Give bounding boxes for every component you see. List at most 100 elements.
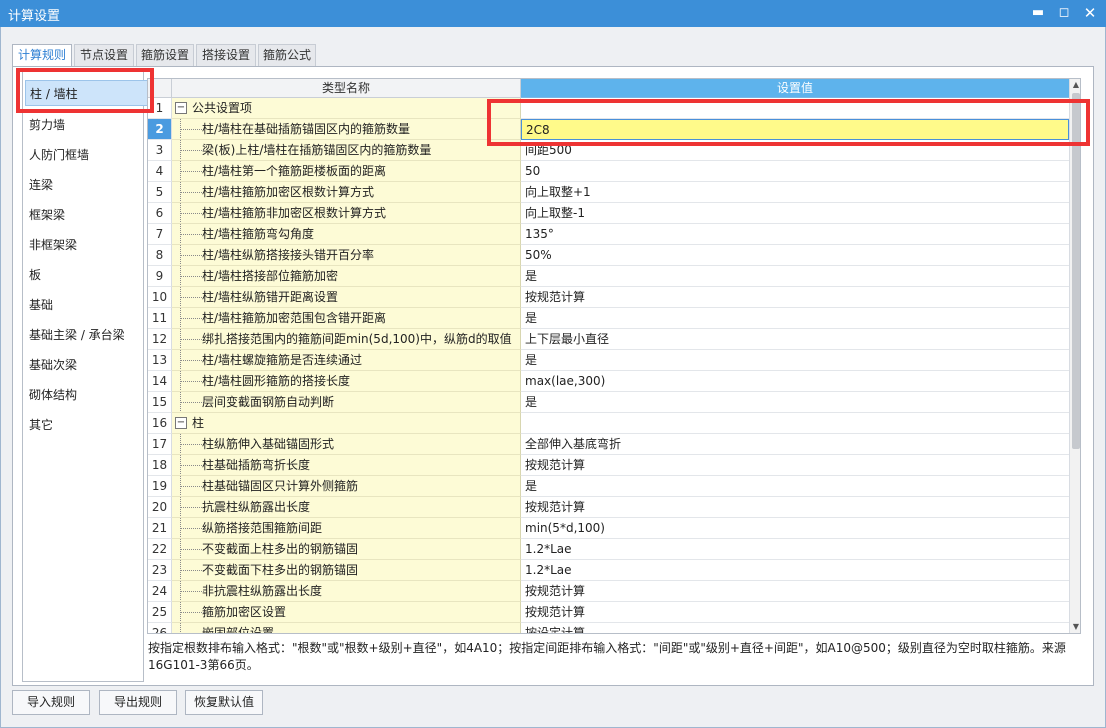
setting-value-cell[interactable]: 是 <box>521 476 1069 497</box>
row-number[interactable]: 14 <box>148 371 172 392</box>
setting-value-cell[interactable] <box>521 413 1069 434</box>
row-number[interactable]: 13 <box>148 350 172 371</box>
export-rules-button[interactable]: 导出规则 <box>99 690 177 715</box>
sidebar-item-foundation-secondary-beam[interactable]: 基础次梁 <box>25 352 149 378</box>
setting-value-cell[interactable]: 50% <box>521 245 1069 266</box>
row-number[interactable]: 8 <box>148 245 172 266</box>
sidebar-item-foundation-main-beam[interactable]: 基础主梁 / 承台梁 <box>25 322 149 348</box>
setting-value-cell[interactable]: 是 <box>521 392 1069 413</box>
table-row[interactable]: 18 柱基础插筋弯折长度 按规范计算 <box>148 455 1069 476</box>
collapse-icon[interactable]: − <box>175 102 187 114</box>
type-name-cell[interactable]: − 公共设置项 <box>172 98 521 119</box>
type-name-cell[interactable]: 箍筋加密区设置 <box>172 602 521 623</box>
setting-value-cell[interactable]: 向上取整-1 <box>521 203 1069 224</box>
table-row[interactable]: 24 非抗震柱纵筋露出长度 按规范计算 <box>148 581 1069 602</box>
setting-value-cell[interactable]: 1.2*Lae <box>521 560 1069 581</box>
import-rules-button[interactable]: 导入规则 <box>12 690 90 715</box>
table-row[interactable]: 6 柱/墙柱箍筋非加密区根数计算方式 向上取整-1 <box>148 203 1069 224</box>
row-number[interactable]: 12 <box>148 329 172 350</box>
type-name-cell[interactable]: 嵌固部位设置 <box>172 623 521 633</box>
column-header-type-name[interactable]: 类型名称 <box>172 79 521 98</box>
tab-lap-settings[interactable]: 搭接设置 <box>196 44 256 66</box>
type-name-cell[interactable]: 柱/墙柱箍筋非加密区根数计算方式 <box>172 203 521 224</box>
sidebar-item-coupling-beam[interactable]: 连梁 <box>25 172 149 198</box>
setting-value-cell[interactable]: 50 <box>521 161 1069 182</box>
setting-value-cell[interactable]: 是 <box>521 308 1069 329</box>
row-number[interactable]: 23 <box>148 560 172 581</box>
tab-calc-rules[interactable]: 计算规则 <box>12 44 72 67</box>
setting-value-cell[interactable]: 上下层最小直径 <box>521 329 1069 350</box>
type-name-cell[interactable]: 柱/墙柱在基础插筋锚固区内的箍筋数量 <box>172 119 521 140</box>
row-number[interactable]: 3 <box>148 140 172 161</box>
row-number[interactable]: 18 <box>148 455 172 476</box>
table-row[interactable]: 17 柱纵筋伸入基础锚固形式 全部伸入基底弯折 <box>148 434 1069 455</box>
sidebar-item-frame-beam[interactable]: 框架梁 <box>25 202 149 228</box>
minimize-icon[interactable]: ▬ <box>1027 3 1049 23</box>
type-name-cell[interactable]: 层间变截面钢筋自动判断 <box>172 392 521 413</box>
setting-value-cell[interactable]: 按设定计算 <box>521 623 1069 633</box>
type-name-cell[interactable]: 柱/墙柱螺旋箍筋是否连续通过 <box>172 350 521 371</box>
type-name-cell[interactable]: 柱/墙柱箍筋加密范围包含错开距离 <box>172 308 521 329</box>
row-number[interactable]: 20 <box>148 497 172 518</box>
setting-value-cell[interactable]: 向上取整+1 <box>521 182 1069 203</box>
scroll-up-icon[interactable]: ▲ <box>1070 79 1080 91</box>
type-name-cell[interactable]: 不变截面下柱多出的钢筋锚固 <box>172 560 521 581</box>
table-row[interactable]: 13 柱/墙柱螺旋箍筋是否连续通过 是 <box>148 350 1069 371</box>
row-number[interactable]: 9 <box>148 266 172 287</box>
type-name-cell[interactable]: − 柱 <box>172 413 521 434</box>
sidebar-item-foundation[interactable]: 基础 <box>25 292 149 318</box>
table-row[interactable]: 14 柱/墙柱圆形箍筋的搭接长度 max(lae,300) <box>148 371 1069 392</box>
table-row[interactable]: 4 柱/墙柱第一个箍筋距楼板面的距离 50 <box>148 161 1069 182</box>
row-number[interactable]: 22 <box>148 539 172 560</box>
row-number[interactable]: 5 <box>148 182 172 203</box>
row-number[interactable]: 15 <box>148 392 172 413</box>
setting-value-cell[interactable]: 按规范计算 <box>521 602 1069 623</box>
sidebar-item-column[interactable]: 柱 / 墙柱 <box>25 80 149 106</box>
table-row[interactable]: 12 绑扎搭接范围内的箍筋间距min(5d,100)中，纵筋d的取值 上下层最小直径 <box>148 329 1069 350</box>
table-row[interactable]: 5 柱/墙柱箍筋加密区根数计算方式 向上取整+1 <box>148 182 1069 203</box>
sidebar-item-civil-defense-door-wall[interactable]: 人防门框墙 <box>25 142 149 168</box>
table-row[interactable]: 3 梁(板)上柱/墙柱在插筋锚固区内的箍筋数量 间距500 <box>148 140 1069 161</box>
table-row[interactable]: 23 不变截面下柱多出的钢筋锚固 1.2*Lae <box>148 560 1069 581</box>
setting-value-cell[interactable]: 按规范计算 <box>521 287 1069 308</box>
table-row[interactable]: 9 柱/墙柱搭接部位箍筋加密 是 <box>148 266 1069 287</box>
tab-stirrup-formula[interactable]: 箍筋公式 <box>258 44 316 66</box>
row-number[interactable]: 26 <box>148 623 172 633</box>
table-row[interactable]: 26 嵌固部位设置 按设定计算 <box>148 623 1069 633</box>
maximize-icon[interactable]: ◻ <box>1053 3 1075 23</box>
close-icon[interactable]: ✕ <box>1079 3 1101 23</box>
tab-stirrup-settings[interactable]: 箍筋设置 <box>136 44 194 66</box>
table-row[interactable]: 2 柱/墙柱在基础插筋锚固区内的箍筋数量 2C8 <box>148 119 1069 140</box>
group-row[interactable]: 16− 柱 <box>148 413 1069 434</box>
table-row[interactable]: 19 柱基础锚固区只计算外侧箍筋 是 <box>148 476 1069 497</box>
table-row[interactable]: 15 层间变截面钢筋自动判断 是 <box>148 392 1069 413</box>
table-row[interactable]: 8 柱/墙柱纵筋搭接接头错开百分率 50% <box>148 245 1069 266</box>
type-name-cell[interactable]: 柱纵筋伸入基础锚固形式 <box>172 434 521 455</box>
scroll-down-icon[interactable]: ▼ <box>1070 621 1080 633</box>
group-row[interactable]: 1− 公共设置项 <box>148 98 1069 119</box>
setting-value-cell[interactable]: 按规范计算 <box>521 497 1069 518</box>
collapse-icon[interactable]: − <box>175 417 187 429</box>
setting-value-cell[interactable]: 是 <box>521 350 1069 371</box>
type-name-cell[interactable]: 柱基础锚固区只计算外侧箍筋 <box>172 476 521 497</box>
row-number[interactable]: 19 <box>148 476 172 497</box>
setting-value-cell[interactable]: 2C8 <box>521 119 1069 140</box>
row-number[interactable]: 25 <box>148 602 172 623</box>
sidebar-item-other[interactable]: 其它 <box>25 412 149 438</box>
setting-value-cell[interactable] <box>521 98 1069 119</box>
row-number[interactable]: 11 <box>148 308 172 329</box>
row-number[interactable]: 4 <box>148 161 172 182</box>
type-name-cell[interactable]: 柱/墙柱圆形箍筋的搭接长度 <box>172 371 521 392</box>
type-name-cell[interactable]: 柱基础插筋弯折长度 <box>172 455 521 476</box>
table-row[interactable]: 10 柱/墙柱纵筋错开距离设置 按规范计算 <box>148 287 1069 308</box>
table-row[interactable]: 7 柱/墙柱箍筋弯勾角度 135° <box>148 224 1069 245</box>
type-name-cell[interactable]: 柱/墙柱纵筋搭接接头错开百分率 <box>172 245 521 266</box>
row-number[interactable]: 24 <box>148 581 172 602</box>
setting-value-cell[interactable]: min(5*d,100) <box>521 518 1069 539</box>
restore-defaults-button[interactable]: 恢复默认值 <box>185 690 263 715</box>
type-name-cell[interactable]: 柱/墙柱箍筋弯勾角度 <box>172 224 521 245</box>
table-row[interactable]: 25 箍筋加密区设置 按规范计算 <box>148 602 1069 623</box>
row-number[interactable]: 10 <box>148 287 172 308</box>
type-name-cell[interactable]: 柱/墙柱搭接部位箍筋加密 <box>172 266 521 287</box>
row-number[interactable]: 16 <box>148 413 172 434</box>
